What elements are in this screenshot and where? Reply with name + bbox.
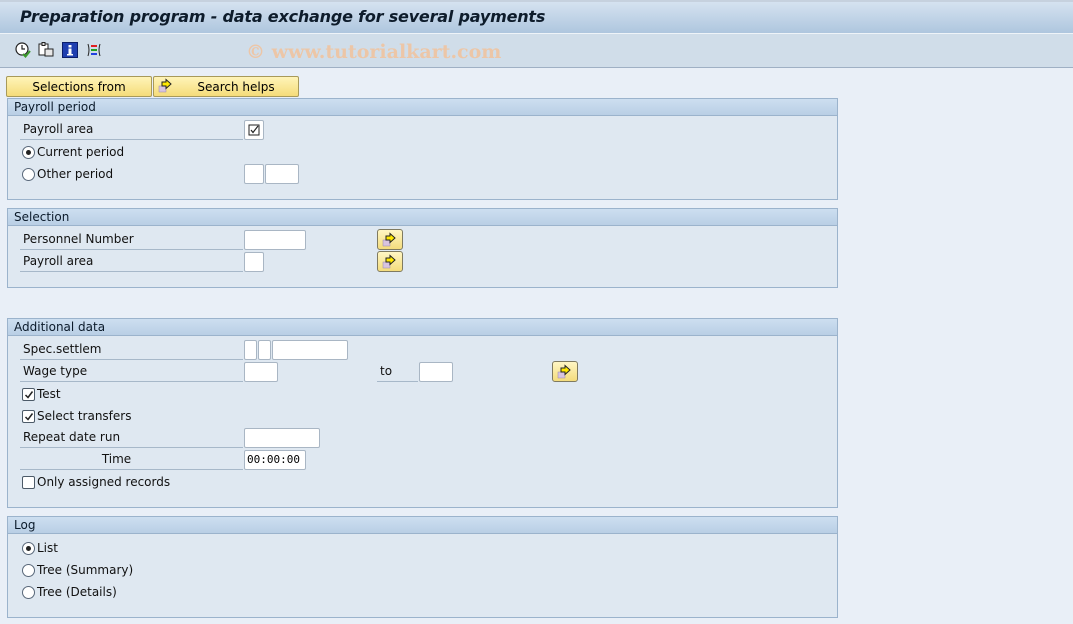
payroll-area-checkbox[interactable] [244, 120, 264, 140]
test-label: Test [37, 387, 61, 401]
log-header: Log [8, 517, 837, 534]
search-helps-button[interactable]: Search helps [153, 76, 299, 97]
log-tree-summary-radio[interactable] [22, 564, 35, 577]
current-period-radio[interactable] [22, 146, 35, 159]
arrow-right-icon [557, 363, 571, 378]
wage-type-multiple-selection-button[interactable] [552, 361, 578, 382]
log-list-label: List [37, 541, 58, 555]
execute-background-icon[interactable] [15, 42, 31, 58]
personnel-number-field[interactable] [244, 230, 306, 250]
spec-settlem-field-2[interactable] [258, 340, 271, 360]
other-period-label: Other period [37, 167, 114, 181]
payroll-period-group: Payroll period [7, 98, 838, 200]
test-checkbox[interactable] [22, 388, 35, 401]
title-bar: Preparation program - data exchange for … [0, 0, 1073, 34]
select-transfers-checkbox[interactable] [22, 410, 35, 423]
layout-icon[interactable] [86, 42, 102, 58]
spec-settlem-field-3[interactable] [272, 340, 348, 360]
arrow-right-icon [382, 231, 396, 246]
repeat-date-run-field[interactable] [244, 428, 320, 448]
personnel-number-label: Personnel Number [20, 230, 243, 250]
selection-header: Selection [8, 209, 837, 226]
search-helps-label: Search helps [197, 79, 275, 94]
additional-data-header: Additional data [8, 319, 837, 336]
checkmark-icon [24, 390, 33, 399]
spec-settlem-label: Spec.settlem [20, 340, 243, 360]
select-transfers-label: Select transfers [37, 409, 132, 423]
log-list-radio[interactable] [22, 542, 35, 555]
wage-type-from-field[interactable] [244, 362, 278, 382]
checkmark-icon [24, 412, 33, 421]
wage-type-to-label: to [377, 362, 418, 382]
log-tree-details-label: Tree (Details) [37, 585, 117, 599]
time-label: Time [20, 450, 243, 470]
wage-type-to-field[interactable] [419, 362, 453, 382]
only-assigned-records-checkbox[interactable] [22, 476, 35, 489]
get-variant-icon[interactable] [38, 42, 54, 58]
other-period-field-1[interactable] [244, 164, 264, 184]
only-assigned-records-label: Only assigned records [37, 475, 171, 489]
current-period-label: Current period [37, 145, 125, 159]
personnel-number-multiple-selection-button[interactable] [377, 229, 403, 250]
selection-payroll-area-label: Payroll area [20, 252, 243, 272]
spec-settlem-field-1[interactable] [244, 340, 257, 360]
log-tree-details-radio[interactable] [22, 586, 35, 599]
selections-from-label: Selections from [32, 79, 126, 94]
arrow-right-icon [382, 253, 396, 268]
program-info-icon[interactable] [62, 42, 78, 58]
payroll-period-header: Payroll period [8, 99, 837, 116]
arrow-right-icon [158, 78, 174, 97]
application-toolbar: © www.tutorialkart.com [0, 34, 1073, 68]
other-period-radio[interactable] [22, 168, 35, 181]
wage-type-label: Wage type [20, 362, 243, 382]
selection-payroll-area-field[interactable] [244, 252, 264, 272]
time-field[interactable]: 00:00:00 [244, 450, 306, 470]
payroll-area-multiple-selection-button[interactable] [377, 251, 403, 272]
other-period-field-2[interactable] [265, 164, 299, 184]
selections-from-button[interactable]: Selections from [6, 76, 152, 97]
payroll-area-label: Payroll area [20, 120, 243, 140]
log-tree-summary-label: Tree (Summary) [37, 563, 134, 577]
repeat-date-run-label: Repeat date run [20, 428, 243, 448]
watermark: © www.tutorialkart.com [246, 41, 502, 63]
page-title: Preparation program - data exchange for … [20, 7, 546, 26]
